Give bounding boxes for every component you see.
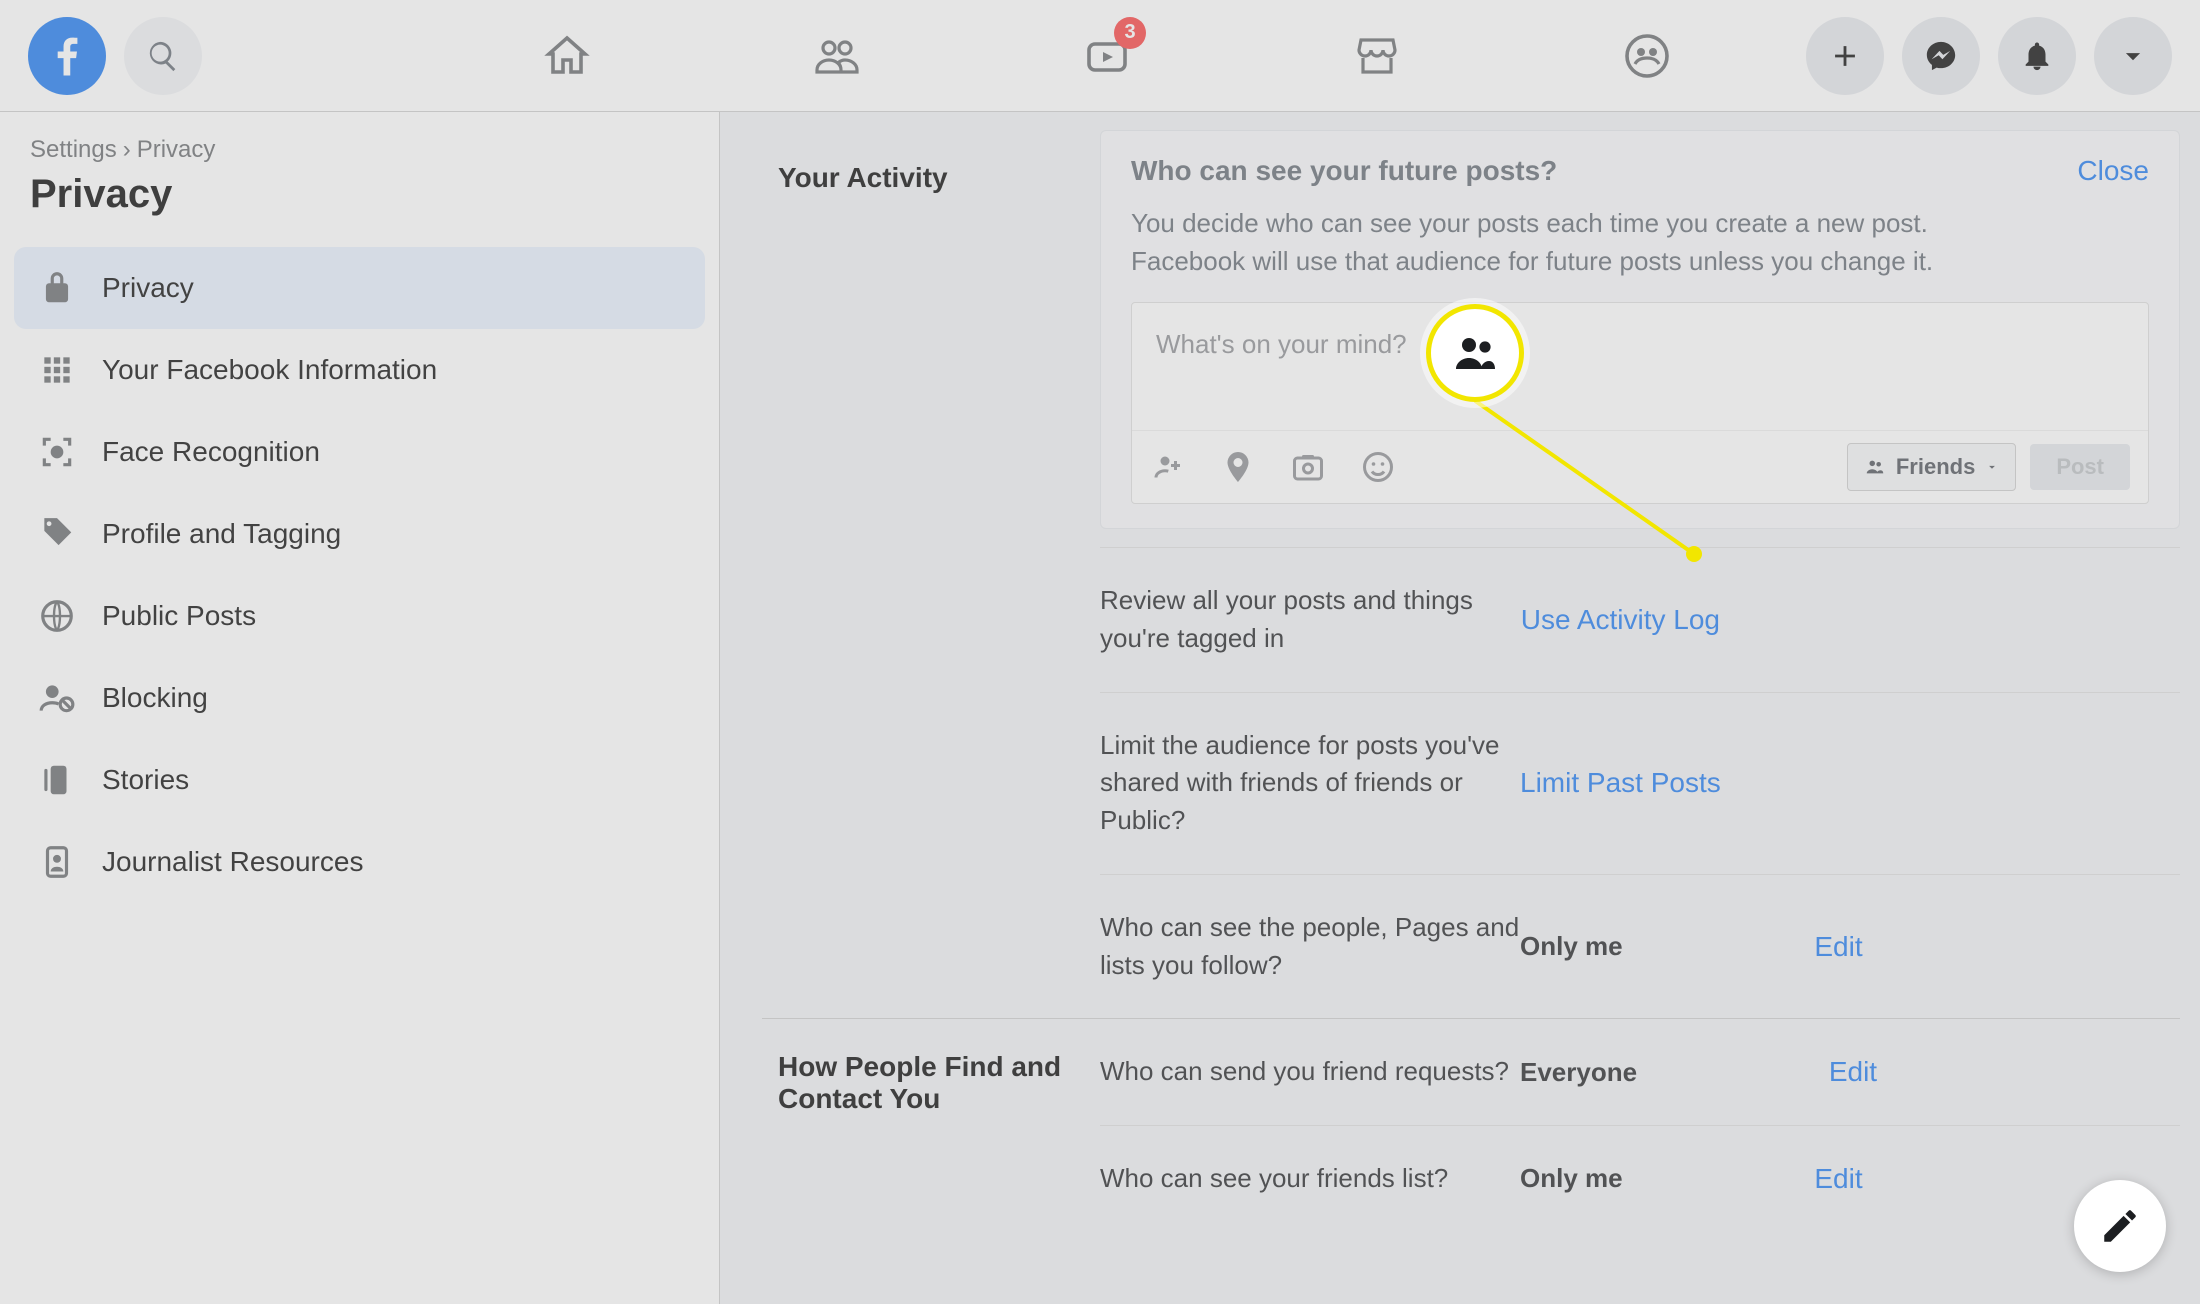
- sidebar-item-public-posts[interactable]: Public Posts: [14, 575, 705, 657]
- messenger-button[interactable]: [1902, 17, 1980, 95]
- composer-preview: What's on your mind? Friends: [1131, 302, 2149, 504]
- setting-text: Who can send you friend requests?: [1100, 1053, 1520, 1091]
- close-link[interactable]: Close: [2077, 155, 2149, 187]
- lock-icon: [36, 267, 78, 309]
- breadcrumb-root[interactable]: Settings: [30, 136, 117, 164]
- edit-link[interactable]: Edit: [1677, 1056, 1877, 1088]
- create-button[interactable]: [1806, 17, 1884, 95]
- top-nav: 3: [0, 0, 2200, 112]
- sidebar-item-stories[interactable]: Stories: [14, 739, 705, 821]
- sidebar-item-journalist[interactable]: Journalist Resources: [14, 821, 705, 903]
- setting-row-friend-requests: Who can send you friend requests? Everyo…: [1100, 1019, 2180, 1125]
- topnav-right: [1806, 17, 2200, 95]
- sidebar-item-label: Face Recognition: [102, 436, 320, 468]
- post-button[interactable]: Post: [2030, 444, 2130, 490]
- search-icon: [146, 39, 180, 73]
- friends-icon: [1864, 456, 1886, 478]
- notifications-button[interactable]: [1998, 17, 2076, 95]
- grid-icon: [36, 349, 78, 391]
- friends-icon: [813, 32, 861, 80]
- limit-past-posts-link[interactable]: Limit Past Posts: [1520, 767, 1721, 799]
- setting-row-limit-past: Limit the audience for posts you've shar…: [1100, 692, 2180, 874]
- messenger-icon: [1924, 39, 1958, 73]
- section-find-contact: How People Find and Contact You Who can …: [762, 1019, 2180, 1231]
- compose-fab[interactable]: [2074, 1180, 2166, 1272]
- sidebar-item-label: Public Posts: [102, 600, 256, 632]
- compose-icon: [2099, 1205, 2141, 1247]
- topnav-left: [0, 17, 202, 95]
- card-title: Who can see your future posts?: [1131, 155, 1557, 187]
- sidebar-item-your-info[interactable]: Your Facebook Information: [14, 329, 705, 411]
- nav-groups[interactable]: [1602, 11, 1692, 101]
- edit-link[interactable]: Edit: [1663, 931, 1863, 963]
- home-icon: [543, 32, 591, 80]
- section-your-activity: Your Activity Who can see your future po…: [762, 130, 2180, 1019]
- sidebar-item-face-recognition[interactable]: Face Recognition: [14, 411, 705, 493]
- audience-selector[interactable]: Friends: [1847, 443, 2016, 491]
- sidebar-item-label: Privacy: [102, 272, 194, 304]
- nav-home[interactable]: [522, 11, 612, 101]
- sidebar-item-profile-tagging[interactable]: Profile and Tagging: [14, 493, 705, 575]
- id-badge-icon: [36, 841, 78, 883]
- plus-icon: [1828, 39, 1862, 73]
- section-heading: Your Activity: [762, 130, 1100, 1018]
- composer-icons: [1150, 449, 1396, 485]
- page-title: Privacy: [14, 164, 705, 247]
- chevron-down-icon: [2116, 39, 2150, 73]
- settings-sidebar: Settings › Privacy Privacy Privacy Your …: [0, 112, 720, 1304]
- location-icon: [1220, 449, 1256, 485]
- edit-link[interactable]: Edit: [1663, 1163, 1863, 1195]
- main-content: Your Activity Who can see your future po…: [720, 0, 2200, 1232]
- setting-row-follow-visibility: Who can see the people, Pages and lists …: [1100, 874, 2180, 1018]
- setting-text: Who can see the people, Pages and lists …: [1100, 909, 1520, 984]
- sidebar-item-label: Journalist Resources: [102, 846, 363, 878]
- card-description: You decide who can see your posts each t…: [1131, 205, 2011, 280]
- future-posts-card: Who can see your future posts? Close You…: [1100, 130, 2180, 529]
- chevron-down-icon: [1985, 460, 1999, 474]
- tag-people-icon: [1150, 449, 1186, 485]
- section-heading: How People Find and Contact You: [762, 1019, 1100, 1231]
- topnav-center: 3: [202, 11, 1806, 101]
- setting-text: Who can see your friends list?: [1100, 1160, 1520, 1198]
- use-activity-log-link[interactable]: Use Activity Log: [1520, 604, 1720, 636]
- feeling-icon: [1360, 449, 1396, 485]
- audience-label: Friends: [1896, 454, 1975, 480]
- search-button[interactable]: [124, 17, 202, 95]
- highlight-dot-annotation: [1686, 546, 1702, 562]
- globe-icon: [36, 595, 78, 637]
- nav-marketplace[interactable]: [1332, 11, 1422, 101]
- composer-placeholder: What's on your mind?: [1132, 303, 2148, 430]
- setting-text: Review all your posts and things you're …: [1100, 582, 1520, 657]
- marketplace-icon: [1353, 32, 1401, 80]
- highlight-circle-annotation: [1426, 304, 1524, 402]
- sidebar-item-privacy[interactable]: Privacy: [14, 247, 705, 329]
- sidebar-item-label: Your Facebook Information: [102, 354, 437, 386]
- sidebar-item-blocking[interactable]: Blocking: [14, 657, 705, 739]
- tag-icon: [36, 513, 78, 555]
- sidebar-item-label: Profile and Tagging: [102, 518, 341, 550]
- breadcrumb-current: Privacy: [137, 136, 216, 164]
- bell-icon: [2020, 39, 2054, 73]
- setting-value: Everyone: [1520, 1057, 1637, 1088]
- nav-watch[interactable]: 3: [1062, 11, 1152, 101]
- setting-value: Only me: [1520, 931, 1623, 962]
- watch-badge: 3: [1114, 17, 1146, 49]
- facebook-logo[interactable]: [28, 17, 106, 95]
- setting-text: Limit the audience for posts you've shar…: [1100, 727, 1520, 840]
- photo-icon: [1290, 449, 1326, 485]
- stories-icon: [36, 759, 78, 801]
- breadcrumb: Settings › Privacy: [14, 136, 705, 164]
- setting-row-activity-log: Review all your posts and things you're …: [1100, 547, 2180, 691]
- account-menu-button[interactable]: [2094, 17, 2172, 95]
- groups-icon: [1623, 32, 1671, 80]
- setting-value: Only me: [1520, 1163, 1623, 1194]
- friends-icon: [1451, 329, 1499, 377]
- block-user-icon: [36, 677, 78, 719]
- setting-row-friends-list: Who can see your friends list? Only me E…: [1100, 1125, 2180, 1232]
- sidebar-item-label: Blocking: [102, 682, 208, 714]
- face-scan-icon: [36, 431, 78, 473]
- nav-friends[interactable]: [792, 11, 882, 101]
- sidebar-item-label: Stories: [102, 764, 189, 796]
